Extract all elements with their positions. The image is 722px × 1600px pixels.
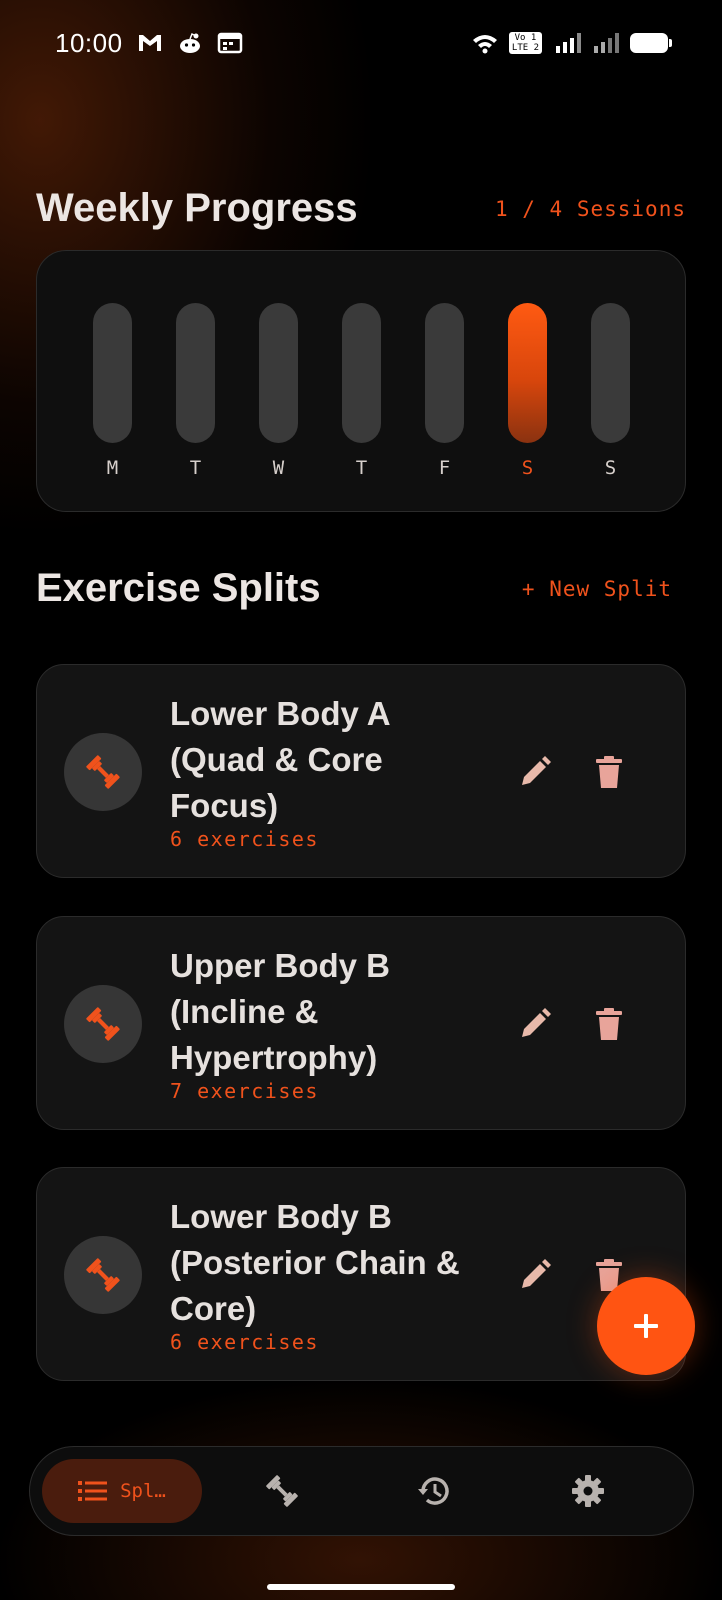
nav-item-workout[interactable] (250, 1459, 314, 1523)
day-label: M (106, 457, 119, 479)
edit-icon (522, 1008, 551, 1037)
dumbbell-icon (266, 1475, 298, 1507)
nav-item-settings[interactable] (556, 1459, 620, 1523)
weekly-bars: MTWTFSS (93, 303, 630, 479)
gmail-icon (137, 32, 163, 54)
day-label: T (189, 457, 202, 479)
battery-icon (630, 33, 672, 53)
plus-icon (634, 1314, 658, 1338)
exercise-splits-title: Exercise Splits (36, 566, 321, 610)
signal-icon (592, 32, 619, 54)
edit-icon (522, 1259, 551, 1288)
edit-split-button[interactable] (515, 1004, 555, 1044)
wifi-icon (471, 32, 497, 54)
trash-icon (596, 1008, 622, 1040)
day-label: W (272, 457, 285, 479)
day-column: F (425, 303, 464, 479)
day-column: S (591, 303, 630, 479)
status-bar: 10:00 Vo 1 LTE 2 (0, 0, 722, 86)
exercise-splits-header: Exercise Splits + New Split (36, 566, 672, 611)
split-icon (64, 733, 142, 811)
split-name: Lower Body A (Quad & Core Focus) (170, 695, 390, 824)
nav-item-history[interactable] (402, 1459, 466, 1523)
gear-icon (572, 1475, 604, 1507)
dumbbell-icon (86, 1258, 120, 1292)
trash-icon (596, 756, 622, 788)
status-time: 10:00 (55, 27, 123, 58)
history-icon (418, 1477, 449, 1505)
edit-split-button[interactable] (515, 752, 555, 792)
split-card[interactable]: Upper Body B (Incline & Hypertrophy) 7 ex… (36, 916, 686, 1130)
signal-icon (554, 32, 581, 54)
split-card[interactable]: Lower Body B (Posterior Chain & Core) 6 e… (36, 1167, 686, 1381)
nav-item-splits[interactable]: Spl… (42, 1459, 202, 1523)
new-split-button[interactable]: + New Split (522, 577, 672, 601)
split-card[interactable]: Lower Body A (Quad & Core Focus) 6 exerci… (36, 664, 686, 878)
day-progress-bar (93, 303, 132, 443)
day-progress-bar (591, 303, 630, 443)
calendar-icon (217, 32, 243, 54)
day-progress-bar (508, 303, 547, 443)
day-progress-bar (425, 303, 464, 443)
split-text: Lower Body A (Quad & Core Focus) 6 exerci… (170, 691, 490, 851)
split-text: Upper Body B (Incline & Hypertrophy) 7 ex… (170, 943, 490, 1103)
day-label: S (521, 457, 534, 479)
delete-split-button[interactable] (589, 1004, 629, 1044)
app-screen: 10:00 Vo 1 LTE 2 Weekly Progress 1 / 4 S… (0, 0, 722, 1600)
reddit-icon (177, 32, 203, 54)
day-progress-bar (342, 303, 381, 443)
weekly-progress-title: Weekly Progress (36, 186, 358, 230)
dumbbell-icon (86, 755, 120, 789)
split-exercise-count: 6 exercises (170, 1330, 319, 1354)
home-indicator (267, 1584, 455, 1590)
list-icon (78, 1481, 108, 1501)
edit-icon (522, 756, 551, 785)
split-icon (64, 985, 142, 1063)
add-split-fab[interactable] (597, 1277, 695, 1375)
split-name: Lower Body B (Posterior Chain & Core) (170, 1198, 460, 1327)
weekly-progress-card: MTWTFSS (36, 250, 686, 512)
sessions-counter: 1 / 4 Sessions (494, 196, 686, 221)
day-column: S (508, 303, 547, 479)
bottom-nav: Spl… (29, 1446, 694, 1536)
split-name: Upper Body B (Incline & Hypertrophy) (170, 947, 391, 1076)
day-column: M (93, 303, 132, 479)
day-progress-bar (176, 303, 215, 443)
day-label: F (438, 457, 451, 479)
split-exercise-count: 7 exercises (170, 1079, 319, 1103)
weekly-progress-header: Weekly Progress 1 / 4 Sessions (36, 186, 685, 231)
split-icon (64, 1236, 142, 1314)
day-progress-bar (259, 303, 298, 443)
day-column: T (176, 303, 215, 479)
dumbbell-icon (86, 1007, 120, 1041)
split-text: Lower Body B (Posterior Chain & Core) 6 e… (170, 1194, 490, 1354)
edit-split-button[interactable] (515, 1255, 555, 1295)
day-column: T (342, 303, 381, 479)
delete-split-button[interactable] (589, 752, 629, 792)
day-label: T (355, 457, 368, 479)
split-exercise-count: 6 exercises (170, 827, 319, 851)
day-label: S (604, 457, 617, 479)
nav-label-splits: Spl… (120, 1480, 166, 1502)
day-column: W (259, 303, 298, 479)
volte-icon: Vo 1 LTE 2 (508, 32, 542, 54)
